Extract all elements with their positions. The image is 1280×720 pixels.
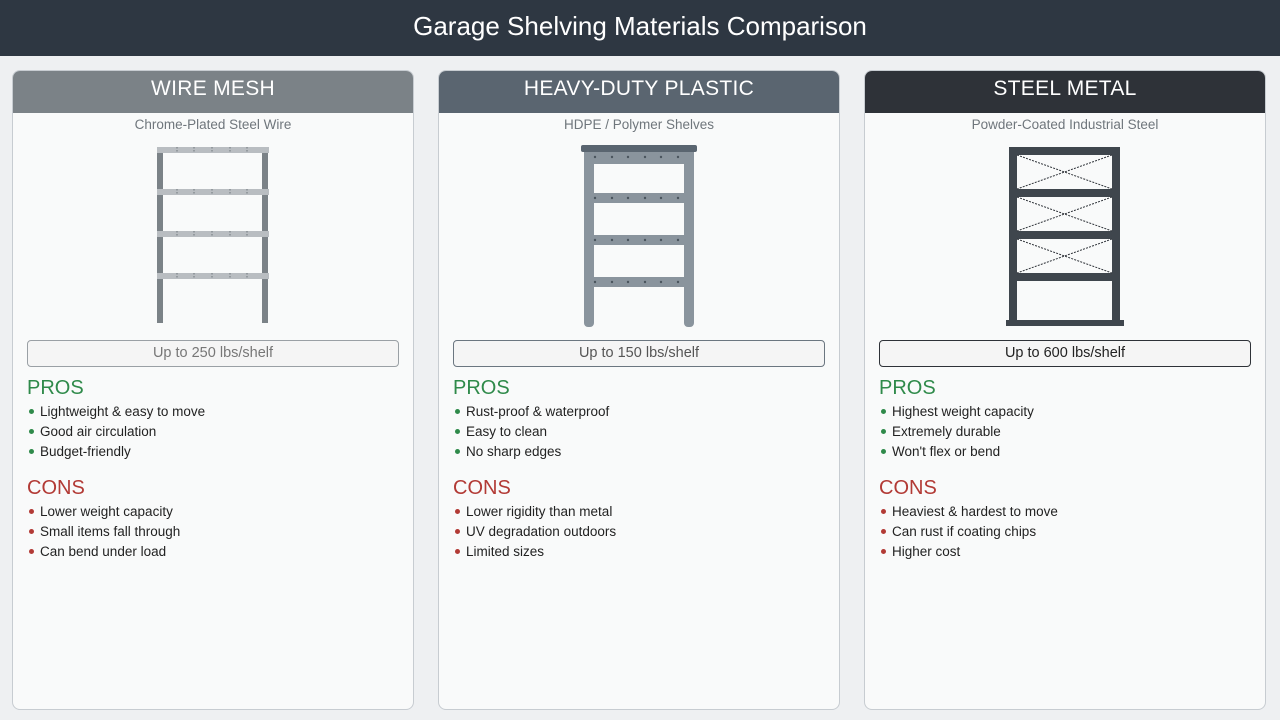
pros-item: Extremely durable	[879, 422, 1255, 442]
cons-item: Higher cost	[879, 542, 1255, 562]
pros-item: Lightweight & easy to move	[27, 402, 403, 422]
pros-item: Budget-friendly	[27, 442, 403, 462]
cons-heading: CONS	[27, 477, 85, 499]
pros-list: Lightweight & easy to move Good air circ…	[27, 402, 403, 462]
bullet-icon	[455, 549, 460, 554]
cons-heading: CONS	[879, 477, 937, 499]
cons-item: Can rust if coating chips	[879, 522, 1255, 542]
bullet-icon	[881, 529, 886, 534]
bullet-icon	[881, 449, 886, 454]
title-bar: Garage Shelving Materials Comparison	[0, 0, 1280, 56]
card-title: STEEL METAL	[865, 71, 1265, 113]
bullet-icon	[29, 509, 34, 514]
cons-list: Lower rigidity than metal UV degradation…	[453, 502, 829, 562]
cons-heading: CONS	[453, 477, 511, 499]
cons-item: Heaviest & hardest to move	[879, 502, 1255, 522]
cons-item: Can bend under load	[27, 542, 403, 562]
bullet-icon	[29, 529, 34, 534]
card-wire-mesh: WIRE MESH Chrome-Plated Steel Wire Up to…	[12, 70, 414, 710]
bullet-icon	[881, 509, 886, 514]
cons-item: Lower weight capacity	[27, 502, 403, 522]
pros-item: Won't flex or bend	[879, 442, 1255, 462]
pros-item: No sharp edges	[453, 442, 829, 462]
page-title: Garage Shelving Materials Comparison	[413, 11, 867, 41]
plastic-shelf-illustration	[439, 145, 839, 335]
bullet-icon	[455, 529, 460, 534]
cons-list: Lower weight capacity Small items fall t…	[27, 502, 403, 562]
card-title: WIRE MESH	[13, 71, 413, 113]
pros-item: Highest weight capacity	[879, 402, 1255, 422]
cons-item: Small items fall through	[27, 522, 403, 542]
pros-heading: PROS	[879, 377, 936, 399]
bullet-icon	[455, 509, 460, 514]
pros-heading: PROS	[27, 377, 84, 399]
pros-heading: PROS	[453, 377, 510, 399]
card-subtitle: Chrome-Plated Steel Wire	[134, 117, 292, 132]
cons-item: Lower rigidity than metal	[453, 502, 829, 522]
card-subtitle: HDPE / Polymer Shelves	[563, 117, 715, 132]
card-heavy-duty-plastic: HEAVY-DUTY PLASTIC HDPE / Polymer Shelve…	[438, 70, 840, 710]
cons-item: UV degradation outdoors	[453, 522, 829, 542]
pros-list: Rust-proof & waterproof Easy to clean No…	[453, 402, 829, 462]
cons-list: Heaviest & hardest to move Can rust if c…	[879, 502, 1255, 562]
steel-shelf-illustration	[865, 145, 1265, 335]
wire-shelf-illustration	[13, 145, 413, 335]
bullet-icon	[881, 429, 886, 434]
capacity-badge: Up to 250 lbs/shelf	[27, 340, 399, 367]
pros-item: Rust-proof & waterproof	[453, 402, 829, 422]
bullet-icon	[455, 409, 460, 414]
card-subtitle: Powder-Coated Industrial Steel	[971, 117, 1159, 132]
capacity-badge: Up to 150 lbs/shelf	[453, 340, 825, 367]
bullet-icon	[29, 449, 34, 454]
pros-item: Easy to clean	[453, 422, 829, 442]
pros-list: Highest weight capacity Extremely durabl…	[879, 402, 1255, 462]
bullet-icon	[29, 409, 34, 414]
cons-item: Limited sizes	[453, 542, 829, 562]
bullet-icon	[455, 449, 460, 454]
capacity-badge: Up to 600 lbs/shelf	[879, 340, 1251, 367]
bullet-icon	[29, 429, 34, 434]
bullet-icon	[881, 549, 886, 554]
bullet-icon	[29, 549, 34, 554]
card-title: HEAVY-DUTY PLASTIC	[439, 71, 839, 113]
pros-item: Good air circulation	[27, 422, 403, 442]
bullet-icon	[455, 429, 460, 434]
bullet-icon	[881, 409, 886, 414]
card-steel-metal: STEEL METAL Powder-Coated Industrial Ste…	[864, 70, 1266, 710]
